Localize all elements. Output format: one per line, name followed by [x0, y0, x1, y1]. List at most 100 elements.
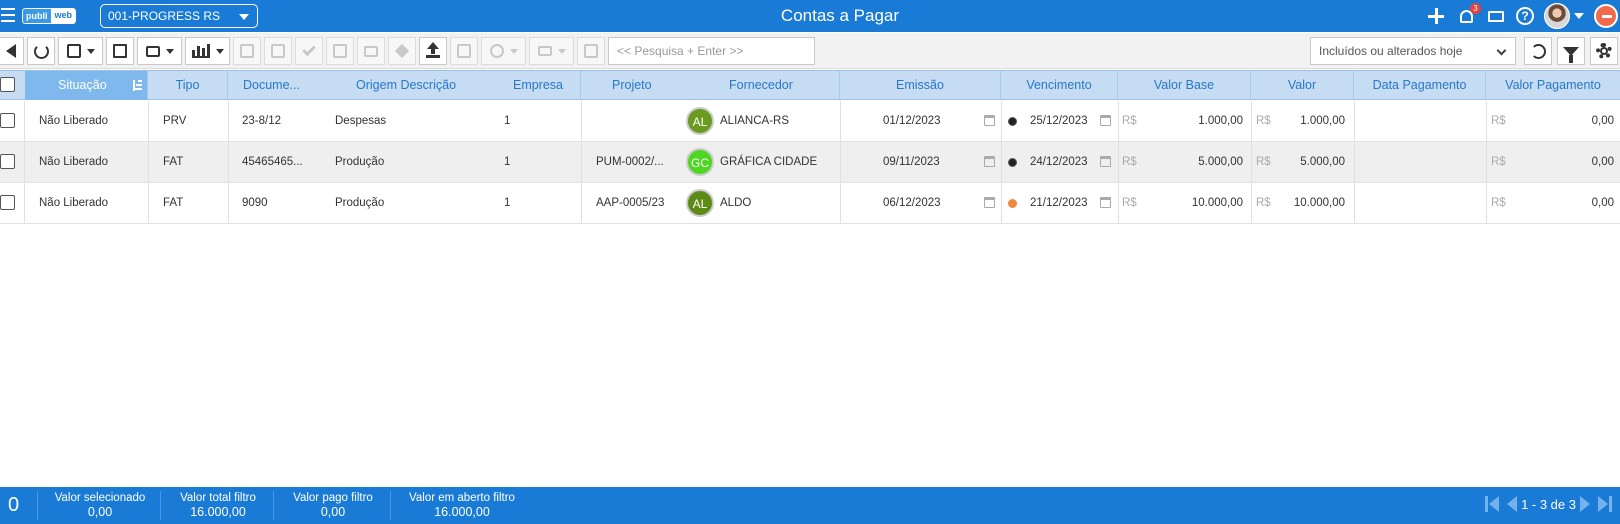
- avatar-chevron-down-icon[interactable]: [1574, 13, 1584, 19]
- row-checkbox[interactable]: [0, 113, 15, 128]
- user-button[interactable]: [481, 37, 526, 65]
- cell-situacao: Não Liberado: [39, 115, 109, 127]
- column-header-projeto[interactable]: Projeto: [581, 71, 681, 100]
- last-page-icon[interactable]: [1598, 496, 1612, 512]
- status-dot: [1008, 158, 1017, 167]
- table-row[interactable]: Não Liberado PRV 23-8/12 Despesas 1 AL A…: [0, 101, 1620, 142]
- reject-button[interactable]: [326, 37, 354, 65]
- next-page-icon[interactable]: [1580, 496, 1594, 512]
- sort-icon: [132, 80, 142, 91]
- currency-symbol: R$: [1256, 115, 1271, 127]
- refresh-icon: [33, 43, 49, 59]
- tag-button[interactable]: [388, 37, 416, 65]
- period-filter-select[interactable]: Incluídos ou alterados hoje: [1310, 37, 1516, 65]
- excel-export-button[interactable]: [106, 37, 134, 65]
- cell-empresa: 1: [504, 156, 511, 168]
- prev-page-icon[interactable]: [1503, 496, 1518, 512]
- top-bar: publi web 001-PROGRESS RS Contas a Pagar…: [0, 0, 1620, 32]
- calendar-icon[interactable]: [984, 156, 995, 167]
- add-button[interactable]: [58, 37, 103, 65]
- chart-button[interactable]: [185, 37, 230, 65]
- column-header-situacao[interactable]: Situação: [25, 71, 148, 100]
- cell-tipo: PRV: [163, 115, 187, 127]
- cell-valor-base: 1.000,00: [1198, 115, 1243, 127]
- column-header-tipo[interactable]: Tipo: [148, 71, 228, 100]
- back-icon: [6, 44, 16, 58]
- approve-button[interactable]: [295, 37, 323, 65]
- first-page-icon[interactable]: [1485, 496, 1500, 512]
- add-icon[interactable]: [1426, 6, 1446, 26]
- chevron-down-icon: [215, 48, 224, 54]
- list-button[interactable]: [264, 37, 292, 65]
- status-dot: [1008, 117, 1017, 126]
- coins-button[interactable]: [529, 37, 574, 65]
- cell-vencimento: 25/12/2023: [1030, 115, 1088, 127]
- currency-symbol: R$: [1256, 197, 1271, 209]
- column-header-data-pagamento[interactable]: Data Pagamento: [1354, 71, 1486, 100]
- cell-empresa: 1: [504, 197, 511, 209]
- help-icon[interactable]: ?: [1516, 7, 1534, 25]
- settings-button[interactable]: [1590, 37, 1618, 65]
- search-input[interactable]: [608, 37, 815, 65]
- upload-button[interactable]: [419, 37, 447, 65]
- confirm-button[interactable]: [577, 37, 605, 65]
- calendar-button[interactable]: [450, 37, 478, 65]
- cell-tipo: FAT: [163, 197, 184, 209]
- table-row[interactable]: Não Liberado FAT 9090 Produção 1 AAP-000…: [0, 183, 1620, 224]
- column-header-empresa[interactable]: Empresa: [496, 71, 581, 100]
- chevron-down-icon: [86, 48, 95, 54]
- calendar-icon[interactable]: [1100, 197, 1111, 208]
- cancel-button[interactable]: [233, 37, 261, 65]
- refresh-button[interactable]: [27, 37, 55, 65]
- currency-symbol: R$: [1122, 197, 1137, 209]
- supplier-avatar: AL: [686, 189, 714, 217]
- cell-situacao: Não Liberado: [39, 156, 109, 168]
- cell-fornecedor: GRÁFICA CIDADE: [720, 156, 818, 168]
- column-header-origem[interactable]: Origem Descrição: [313, 71, 496, 100]
- checkbox-icon: [584, 44, 598, 58]
- selected-count: 0: [8, 494, 20, 516]
- column-header-vencimento[interactable]: Vencimento: [1001, 71, 1118, 100]
- back-button[interactable]: [0, 37, 24, 65]
- cell-valor: 10.000,00: [1293, 197, 1345, 209]
- logout-icon[interactable]: [1594, 4, 1618, 28]
- calendar-icon[interactable]: [1100, 156, 1111, 167]
- calendar-icon[interactable]: [1100, 115, 1111, 126]
- summary-valor-pago: Valor pago filtro 0,00: [293, 492, 373, 519]
- calendar-icon: [457, 44, 471, 58]
- summary-valor-total: Valor total filtro 16.000,00: [180, 492, 256, 519]
- calendar-icon[interactable]: [984, 197, 995, 208]
- cell-origem: Produção: [335, 197, 385, 209]
- currency-symbol: R$: [1122, 115, 1137, 127]
- column-header-emissao[interactable]: Emissão: [840, 71, 1001, 100]
- chevron-down-icon: [1496, 45, 1507, 56]
- cell-fornecedor: ALDO: [720, 197, 752, 209]
- column-header-valor-pagamento[interactable]: Valor Pagamento: [1486, 71, 1620, 100]
- bell-icon[interactable]: 3: [1456, 3, 1481, 26]
- column-header-valor-base[interactable]: Valor Base: [1118, 71, 1251, 100]
- filter-button[interactable]: [1557, 37, 1585, 65]
- coins-icon: [537, 46, 552, 56]
- print-button[interactable]: [137, 37, 182, 65]
- column-header-documento[interactable]: Docume...: [228, 71, 313, 100]
- footer-bar: 0 Valor selecionado 0,00 Valor total fil…: [0, 487, 1620, 524]
- table-row[interactable]: Não Liberado FAT 45465465... Produção 1 …: [0, 142, 1620, 183]
- avatar[interactable]: [1544, 3, 1570, 29]
- calendar-icon[interactable]: [984, 115, 995, 126]
- cell-emissao: 01/12/2023: [883, 115, 941, 127]
- row-checkbox[interactable]: [0, 154, 15, 169]
- page-title: Contas a Pagar: [780, 6, 900, 25]
- payment-button[interactable]: [357, 37, 385, 65]
- column-header-fornecedor[interactable]: Fornecedor: [681, 71, 840, 100]
- chevron-down-icon: [557, 48, 566, 54]
- row-checkbox[interactable]: [0, 195, 15, 210]
- monitor-icon[interactable]: [1486, 6, 1506, 26]
- cell-projeto: AAP-0005/23: [596, 197, 665, 209]
- sync-button[interactable]: [1524, 37, 1552, 65]
- column-header-valor[interactable]: Valor: [1251, 71, 1354, 100]
- chevron-down-icon: [509, 48, 518, 54]
- supplier-avatar: AL: [686, 107, 714, 135]
- select-all-checkbox[interactable]: [0, 77, 15, 92]
- cell-empresa: 1: [504, 115, 511, 127]
- diamond-icon: [394, 43, 410, 59]
